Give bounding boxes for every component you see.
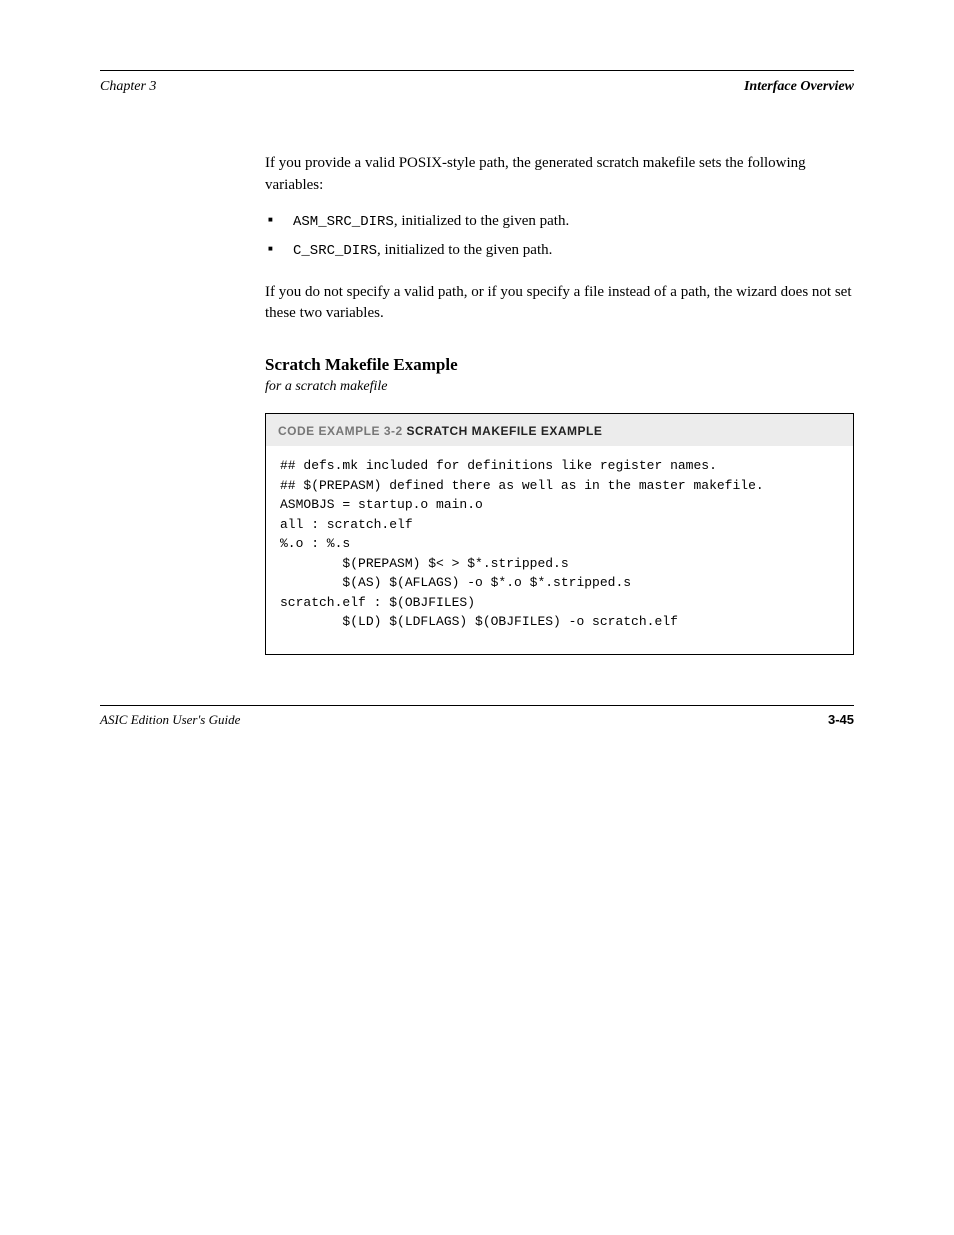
section-title: Scratch Makefile Example — [265, 355, 854, 375]
outro-paragraph: If you do not specify a valid path, or i… — [265, 282, 854, 326]
intro-paragraph: If you provide a valid POSIX-style path,… — [265, 153, 854, 197]
header-section-title: Interface Overview — [744, 79, 854, 95]
code-example-box: CODE EXAMPLE 3-2 Scratch Makefile Exampl… — [265, 413, 854, 655]
bullet-var-name: C_SRC_DIRS — [293, 243, 377, 259]
footer-guide-title: ASIC Edition User's Guide — [100, 712, 240, 728]
bullet-var-name: ASM_SRC_DIRS — [293, 214, 394, 230]
bullet-item: C_SRC_DIRS, initialized to the given pat… — [265, 240, 854, 262]
header-chapter: Chapter 3 — [100, 79, 156, 95]
code-example-caption-main: Scratch Makefile Example — [407, 424, 603, 438]
footer-page-number: 3-45 — [828, 712, 854, 728]
bullet-var-rest: , initialized to the given path. — [377, 242, 552, 258]
bullet-item: ASM_SRC_DIRS, initialized to the given p… — [265, 211, 854, 233]
code-example-body: ## defs.mk included for definitions like… — [266, 446, 853, 654]
variable-bullet-list: ASM_SRC_DIRS, initialized to the given p… — [265, 211, 854, 262]
section-subtitle: for a scratch makefile — [265, 379, 854, 395]
code-example-caption: CODE EXAMPLE 3-2 Scratch Makefile Exampl… — [266, 414, 853, 446]
code-example-caption-prefix: CODE EXAMPLE 3-2 — [278, 424, 403, 438]
bullet-var-rest: , initialized to the given path. — [394, 213, 569, 229]
